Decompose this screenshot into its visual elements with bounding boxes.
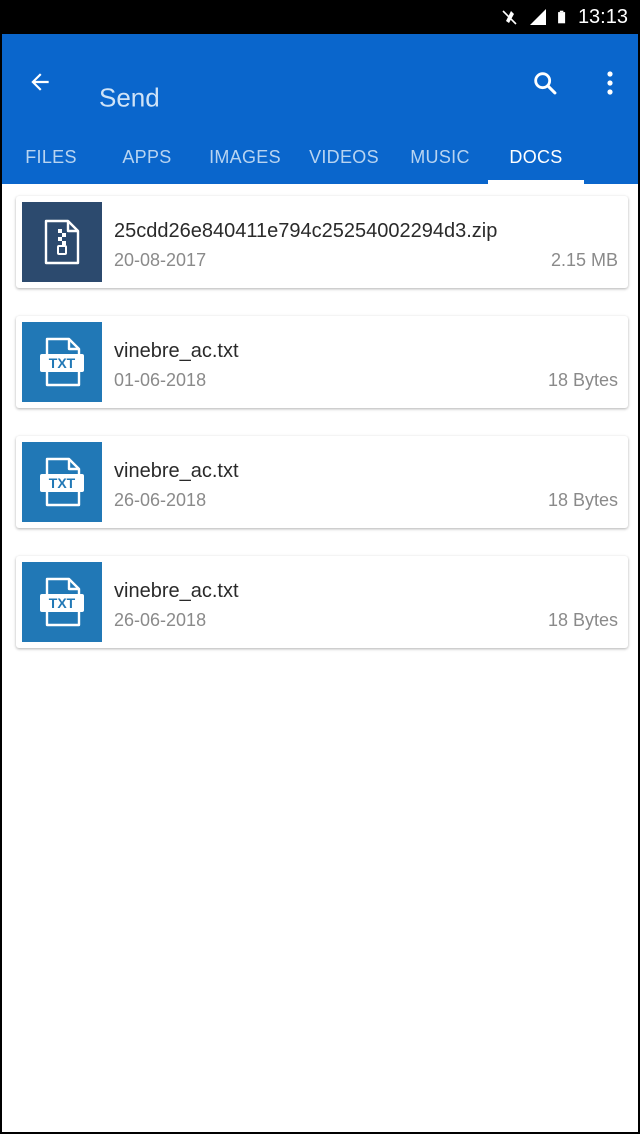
tab-docs[interactable]: DOCS (488, 130, 584, 184)
file-name: vinebre_ac.txt (114, 580, 239, 602)
file-thumbnail: TXT (22, 322, 102, 402)
txt-icon-label: TXT (49, 355, 76, 371)
txt-file-icon: TXT (40, 337, 84, 387)
file-size: 2.15 MB (550, 250, 618, 270)
app-bar: Send (2, 34, 638, 130)
file-thumbnail: TXT (22, 442, 102, 522)
arrow-left-icon (31, 73, 49, 91)
file-name: vinebre_ac.txt (114, 340, 239, 362)
file-list: 25cdd26e840411e794c25254002294d3.zip 20-… (16, 196, 628, 676)
app-screen: 13:13 Send FILES APPS IMAGES VIDEOS MUSI… (0, 0, 640, 1134)
back-button[interactable] (24, 66, 56, 98)
file-size: 18 Bytes (547, 370, 618, 390)
mute-icon (502, 10, 517, 25)
file-name: vinebre_ac.txt (114, 460, 239, 482)
signal-icon (529, 9, 546, 25)
txt-file-icon: TXT (40, 457, 84, 507)
active-tab-indicator (488, 180, 584, 184)
tab-music[interactable]: MUSIC (402, 130, 478, 184)
txt-icon-label: TXT (49, 475, 76, 491)
search-button[interactable] (528, 66, 562, 100)
file-name: 25cdd26e840411e794c25254002294d3.zip (114, 220, 498, 242)
list-item[interactable]: TXT vinebre_ac.txt 01-06-2018 18 Bytes (16, 316, 628, 408)
tab-bar: FILES APPS IMAGES VIDEOS MUSIC DOCS (2, 130, 638, 184)
file-date: 26-06-2018 (114, 610, 207, 630)
file-thumbnail: TXT (22, 562, 102, 642)
txt-file-icon: TXT (40, 577, 84, 627)
tab-files[interactable]: FILES (16, 130, 86, 184)
battery-icon (558, 10, 566, 24)
list-item[interactable]: TXT vinebre_ac.txt 26-06-2018 18 Bytes (16, 436, 628, 528)
file-size: 18 Bytes (547, 490, 618, 510)
tab-videos[interactable]: VIDEOS (304, 130, 384, 184)
file-size: 18 Bytes (547, 610, 618, 630)
search-icon (534, 72, 557, 95)
more-options-button[interactable] (596, 66, 624, 100)
txt-icon-label: TXT (49, 595, 76, 611)
tab-images[interactable]: IMAGES (202, 130, 288, 184)
page-title: Send (99, 82, 160, 113)
status-time: 13:13 (577, 5, 628, 28)
list-item[interactable]: TXT vinebre_ac.txt 26-06-2018 18 Bytes (16, 556, 628, 648)
file-thumbnail (22, 202, 102, 282)
zip-file-icon (44, 219, 80, 265)
file-date: 26-06-2018 (114, 490, 207, 510)
file-date: 01-06-2018 (114, 370, 207, 390)
tab-apps[interactable]: APPS (112, 130, 182, 184)
file-date: 20-08-2017 (114, 250, 207, 270)
more-vert-icon (607, 71, 613, 95)
list-item[interactable]: 25cdd26e840411e794c25254002294d3.zip 20-… (16, 196, 628, 288)
status-bar: 13:13 (2, 0, 638, 34)
